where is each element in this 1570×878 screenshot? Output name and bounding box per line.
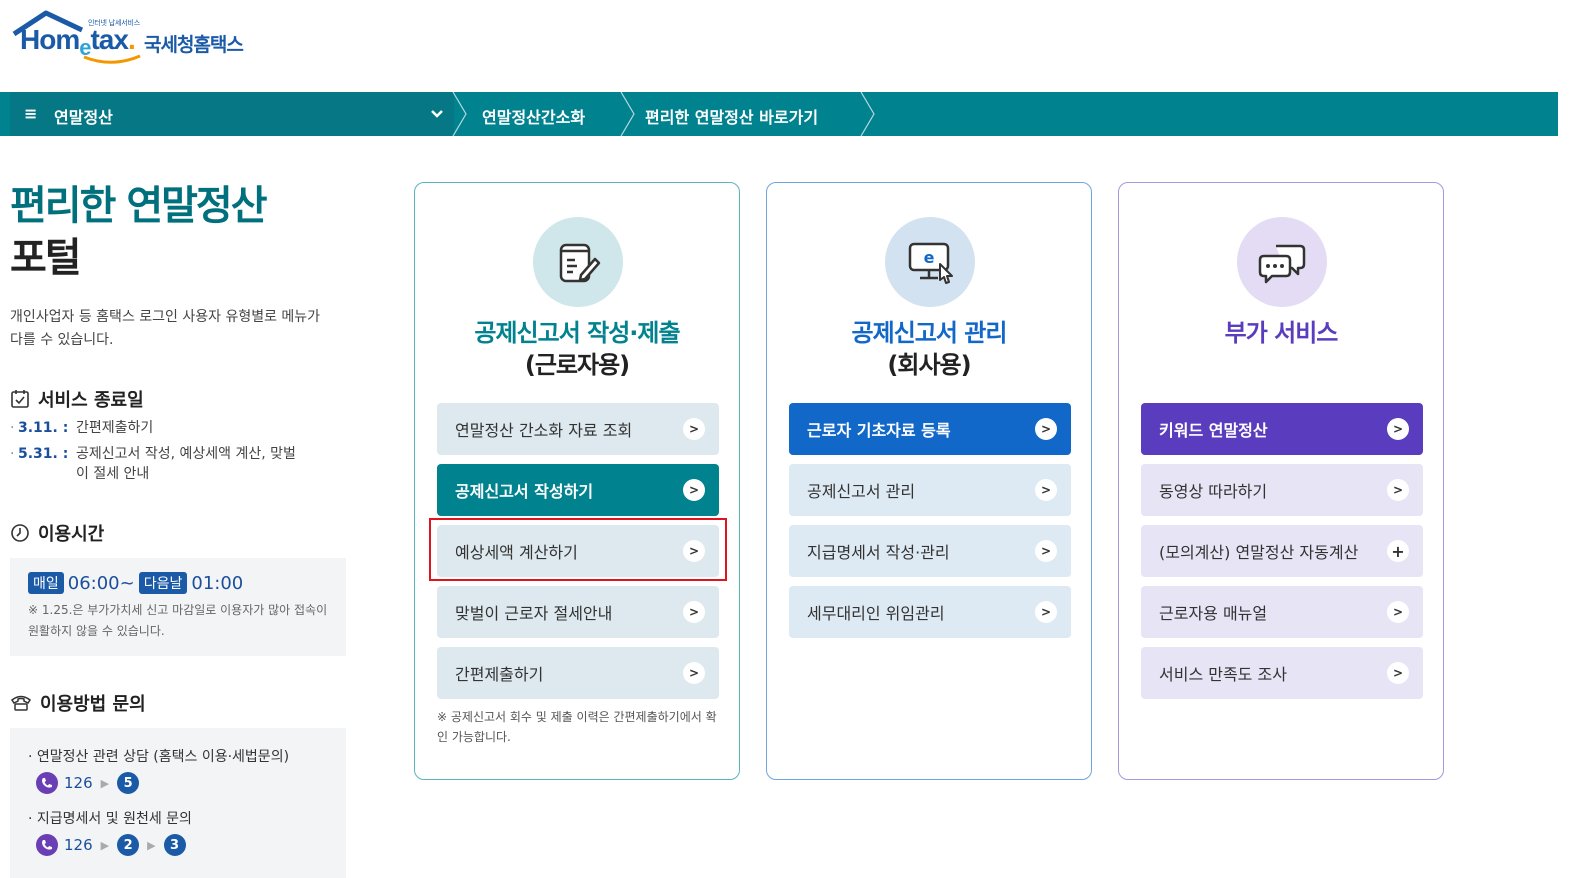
usage-time-line: 매일 06:00~ 다음날 01:00 — [28, 572, 243, 594]
inquiry-box: · 연말정산 관련 상담 (홈택스 이용·세법문의) 126 ▶ 5 · 지급명… — [10, 728, 346, 878]
phone-icon — [36, 834, 58, 856]
end-date: 5.31. : — [18, 446, 69, 462]
chat-bubbles-icon — [1237, 217, 1327, 307]
page-title: 편리한 연말정산 포털 — [10, 183, 268, 281]
satisfaction-survey-button[interactable]: 서비스 만족도 조사 > — [1141, 647, 1423, 699]
arrow-right-icon: ▶ — [100, 838, 110, 852]
page-description: 개인사업자 등 홈택스 로그인 사용자 유형별로 메뉴가 다를 수 있습니다. — [10, 309, 321, 348]
next-day-badge: 다음날 — [138, 572, 188, 594]
left-info-panel: 편리한 연말정산 포털 개인사업자 등 홈택스 로그인 사용자 유형별로 메뉴가… — [10, 180, 350, 878]
chevron-right-icon: > — [1387, 418, 1409, 440]
list-item: · 3.11. : 간편제출하기 — [10, 418, 306, 438]
chevron-right-icon: > — [683, 418, 705, 440]
deduction-form-manage-button[interactable]: 공제신고서 관리 > — [789, 464, 1071, 516]
card-employee: 공제신고서 작성·제출 (근로자용) 연말정산 간소화 자료 조회 > 공제신고서… — [414, 182, 740, 780]
usage-time-box: 매일 06:00~ 다음날 01:00 ※ 1.25.은 부가가치세 신고 마감… — [10, 558, 346, 656]
video-tutorial-button[interactable]: 동영상 따라하기 > — [1141, 464, 1423, 516]
card-company: e 공제신고서 관리 (회사용) 근로자 기초자료 등록 > 공제신고서 관리 > … — [766, 182, 1092, 780]
chevron-right-icon: > — [1035, 418, 1057, 440]
write-deduction-form-button[interactable]: 공제신고서 작성하기 > — [437, 464, 719, 516]
chevron-right-icon: > — [683, 662, 705, 684]
number-badge: 5 — [117, 772, 140, 794]
keyword-tax-settlement-button[interactable]: 키워드 연말정산 > — [1141, 403, 1423, 455]
payment-statement-button[interactable]: 지급명세서 작성·관리 > — [789, 525, 1071, 577]
phone-icon — [36, 772, 58, 794]
logo-korean: 국세청홈택스 — [144, 34, 244, 56]
breadcrumb-separator-icon — [860, 92, 875, 136]
card-extra-services: 부가 서비스 키워드 연말정산 > 동영상 따라하기 > (모의계산) 연말정산 자… — [1118, 182, 1444, 780]
chevron-right-icon: > — [1035, 601, 1057, 623]
end-text: 공제신고서 작성, 예상세액 계산, 맞벌이 절세 안내 — [76, 446, 296, 482]
dual-income-guide-button[interactable]: 맞벌이 근로자 절세안내 > — [437, 586, 719, 638]
service-end-heading: 서비스 종료일 — [10, 386, 144, 412]
chevron-right-icon: > — [1387, 662, 1409, 684]
estimated-tax-button[interactable]: 예상세액 계산하기 > — [437, 525, 719, 577]
employee-basic-data-button[interactable]: 근로자 기초자료 등록 > — [789, 403, 1071, 455]
number-badge: 3 — [163, 834, 186, 856]
arrow-right-icon: ▶ — [100, 776, 110, 790]
service-end-list: · 3.11. : 간편제출하기 · 5.31. : 공제신고서 작성, 예상세… — [10, 418, 306, 490]
end-date: 3.11. : — [18, 420, 69, 436]
breadcrumb-shortcut[interactable]: 편리한 연말정산 바로가기 — [645, 104, 818, 128]
chevron-right-icon: > — [683, 479, 705, 501]
logo-smile-icon — [83, 54, 141, 64]
inquiry-item: · 지급명세서 및 원천세 문의 — [28, 811, 192, 827]
auto-calculation-button[interactable]: (모의계산) 연말정산 자동계산 + — [1141, 525, 1423, 577]
usage-time-note: ※ 1.25.은 부가가치세 신고 마감일로 이용자가 많아 접속이 원활하지 … — [28, 603, 328, 638]
easy-submit-button[interactable]: 간편제출하기 > — [437, 647, 719, 699]
card-note: ※ 공제신고서 회수 및 제출 이력은 간편제출하기에서 확인 가능합니다. — [437, 710, 717, 744]
inquiry-heading: 이용방법 문의 — [10, 690, 146, 716]
computer-e-icon: e — [885, 217, 975, 307]
card-title: 공제신고서 작성·제출 (근로자용) — [474, 319, 680, 379]
nav-menu-label: 연말정산 — [54, 108, 113, 127]
hamburger-icon[interactable]: ≡ — [24, 104, 37, 123]
simplified-data-button[interactable]: 연말정산 간소화 자료 조회 > — [437, 403, 719, 455]
list-item: · 5.31. : 공제신고서 작성, 예상세액 계산, 맞벌이 절세 안내 — [10, 444, 306, 484]
daily-badge: 매일 — [28, 572, 64, 594]
usage-time-heading: 이용시간 — [10, 520, 104, 546]
chevron-right-icon: > — [1387, 601, 1409, 623]
inquiry-phone: 126 ▶ 5 — [36, 772, 140, 794]
card-title: 부가 서비스 — [1224, 319, 1339, 347]
breadcrumb-simplified[interactable]: 연말정산간소화 — [482, 104, 585, 128]
menu-dropdown[interactable]: ≡ 연말정산 — [10, 92, 454, 136]
employee-manual-button[interactable]: 근로자용 매뉴얼 > — [1141, 586, 1423, 638]
svg-text:e: e — [924, 248, 935, 267]
document-edit-icon — [533, 217, 623, 307]
inquiry-item: · 연말정산 관련 상담 (홈택스 이용·세법문의) — [28, 749, 290, 765]
breadcrumb-separator-icon — [620, 92, 635, 136]
number-badge: 2 — [117, 834, 140, 856]
chevron-right-icon: > — [683, 601, 705, 623]
calendar-check-icon — [10, 389, 30, 409]
card-title: 공제신고서 관리 (회사용) — [851, 319, 1008, 379]
top-navbar: ≡ 연말정산 연말정산간소화 편리한 연말정산 바로가기 — [0, 92, 1558, 136]
hometax-logo[interactable]: 인터넷 납세서비스 Hometax. 국세청홈택스 — [12, 10, 272, 70]
chevron-down-icon[interactable] — [430, 104, 444, 124]
chevron-right-icon: > — [1035, 540, 1057, 562]
chevron-right-icon: > — [1035, 479, 1057, 501]
inquiry-phone: 126 ▶ 2 ▶ 3 — [36, 834, 186, 856]
arrow-right-icon: ▶ — [147, 838, 156, 852]
chevron-right-icon: > — [1387, 479, 1409, 501]
tax-agent-delegation-button[interactable]: 세무대리인 위임관리 > — [789, 586, 1071, 638]
plus-icon: + — [1387, 540, 1409, 562]
telephone-icon — [10, 694, 32, 712]
end-text: 간편제출하기 — [76, 420, 154, 436]
chevron-right-icon: > — [683, 540, 705, 562]
breadcrumb-separator-icon — [452, 92, 467, 136]
clock-icon — [10, 523, 30, 543]
logo-brand: Hometax. — [20, 24, 136, 60]
